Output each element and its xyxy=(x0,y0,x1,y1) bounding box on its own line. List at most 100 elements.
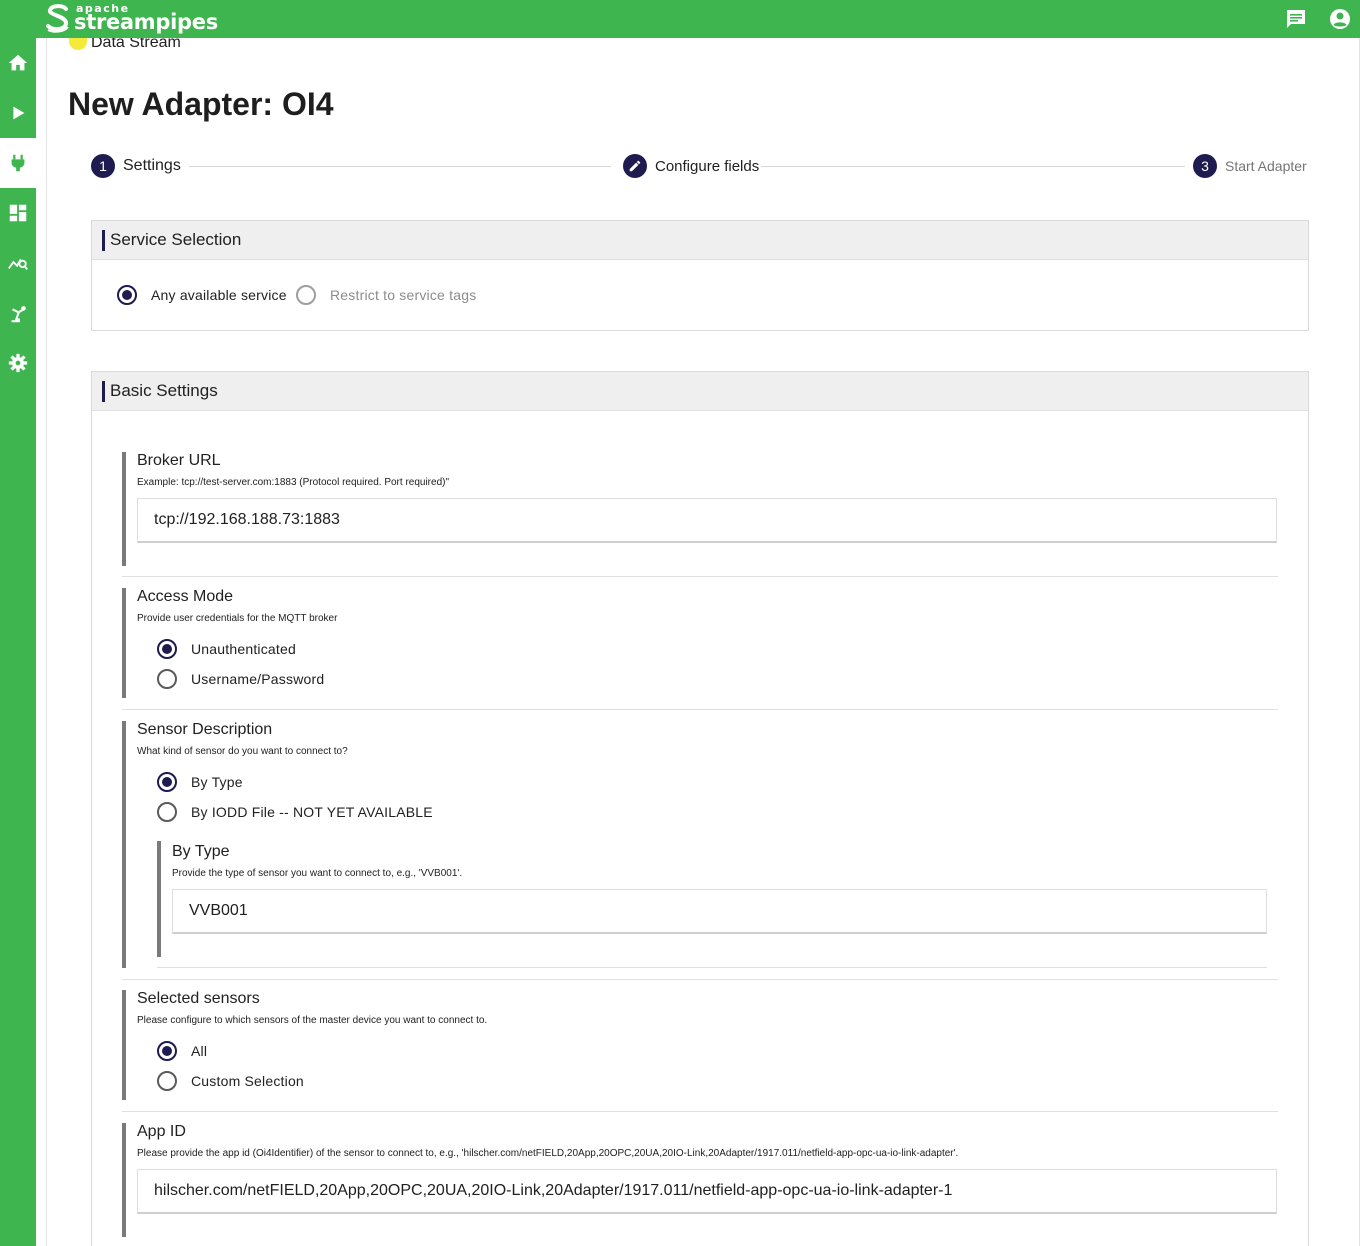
sidebar-item-assets[interactable] xyxy=(0,288,36,338)
access-mode-group: Access Mode Provide user credentials for… xyxy=(122,588,1278,712)
radio-by-type[interactable]: By Type xyxy=(157,772,243,792)
group-bar xyxy=(157,841,161,957)
pipeline-icon xyxy=(13,106,25,120)
radio-by-iodd-file[interactable]: By IODD File -- NOT YET AVAILABLE xyxy=(157,802,433,822)
sidebar-item-dashboard[interactable] xyxy=(0,188,36,238)
radio-label: Custom Selection xyxy=(191,1073,304,1089)
field-label: Broker URL xyxy=(137,452,221,469)
radio-button[interactable] xyxy=(296,285,316,305)
step-label: Settings xyxy=(123,157,181,174)
section-title: Basic Settings xyxy=(110,381,218,400)
dashboard-icon xyxy=(9,204,27,222)
sensor-type-input[interactable]: VVB001 xyxy=(172,889,1267,934)
step-label: Configure fields xyxy=(655,157,760,175)
radio-restrict-service-tags[interactable]: Restrict to service tags xyxy=(296,285,476,305)
connect-icon xyxy=(11,154,25,172)
radio-any-available-service[interactable]: Any available service xyxy=(117,285,287,305)
group-bar xyxy=(122,990,126,1100)
adapter-stepper: 1 Settings Configure fields 3 Start Adap… xyxy=(91,152,1309,180)
data-stream-label: Data Stream xyxy=(91,38,181,51)
group-bar xyxy=(122,452,126,566)
radio-custom-selection[interactable]: Custom Selection xyxy=(157,1071,304,1091)
broker-url-input[interactable]: tcp://192.168.188.73:1883 xyxy=(137,498,1277,543)
edit-icon xyxy=(623,154,647,178)
top-navigation-bar: apache streampipes xyxy=(0,0,1360,38)
sidebar-item-pipelines[interactable] xyxy=(0,88,36,138)
radio-button[interactable] xyxy=(157,802,177,822)
step-label: Start Adapter xyxy=(1225,158,1307,174)
selected-sensors-group: Selected sensors Please configure to whi… xyxy=(122,990,1278,1114)
field-hint: Please configure to which sensors of the… xyxy=(137,1015,488,1026)
logo-s-icon xyxy=(46,4,69,33)
data-stream-indicator xyxy=(69,38,87,50)
group-bar xyxy=(122,721,126,968)
step-number: 3 xyxy=(1193,154,1217,178)
field-label: Selected sensors xyxy=(137,990,260,1007)
radio-all-sensors[interactable]: All xyxy=(157,1041,207,1061)
radio-label: Restrict to service tags xyxy=(330,287,477,303)
data-explorer-icon xyxy=(8,258,28,270)
radio-button[interactable] xyxy=(117,285,137,305)
assets-icon xyxy=(11,306,26,323)
sidebar-item-settings[interactable] xyxy=(0,338,36,388)
step-settings[interactable]: 1 Settings xyxy=(91,154,181,178)
chat-icon[interactable] xyxy=(1284,7,1308,31)
divider xyxy=(157,967,1267,968)
radio-unauthenticated[interactable]: Unauthenticated xyxy=(157,639,296,659)
step-connector xyxy=(761,166,1185,167)
broker-url-group: Broker URL Example: tcp://test-server.co… xyxy=(122,452,1278,578)
radio-button[interactable] xyxy=(157,639,177,659)
field-label: Sensor Description xyxy=(137,721,273,738)
page-title: New Adapter: OI4 xyxy=(68,86,334,122)
field-hint: Please provide the app id (Oi4Identifier… xyxy=(137,1148,959,1159)
radio-button[interactable] xyxy=(157,772,177,792)
radio-button[interactable] xyxy=(157,669,177,689)
field-label: App ID xyxy=(137,1123,186,1140)
group-bar xyxy=(122,588,126,698)
radio-label: Username/Password xyxy=(191,671,325,687)
main-content: Data Stream New Adapter: OI4 1 Settings … xyxy=(46,38,1360,1246)
step-start-adapter[interactable]: 3 Start Adapter xyxy=(1193,154,1307,178)
header-accent-bar xyxy=(102,381,105,402)
radio-label: By IODD File -- NOT YET AVAILABLE xyxy=(191,804,433,820)
logo-name-text: streampipes xyxy=(74,10,218,34)
field-label: By Type xyxy=(172,843,230,860)
field-label: Access Mode xyxy=(137,588,234,605)
section-title: Service Selection xyxy=(110,230,242,249)
section-header: Basic Settings xyxy=(92,372,1308,411)
divider xyxy=(122,979,1278,980)
section-header: Service Selection xyxy=(92,221,1308,260)
radio-label: All xyxy=(191,1043,208,1059)
divider xyxy=(122,576,1278,577)
divider xyxy=(122,709,1278,710)
sidebar xyxy=(0,38,36,1246)
radio-label: Any available service xyxy=(151,287,287,303)
radio-username-password[interactable]: Username/Password xyxy=(157,669,324,689)
field-hint: What kind of sensor do you want to conne… xyxy=(137,746,348,757)
account-icon[interactable] xyxy=(1328,7,1352,31)
basic-settings-section: Basic Settings Broker URL Example: tcp:/… xyxy=(91,371,1309,1246)
header-accent-bar xyxy=(102,230,105,251)
sidebar-item-data-explorer[interactable] xyxy=(0,238,36,288)
step-connector xyxy=(189,166,611,167)
settings-icon xyxy=(8,353,28,373)
divider xyxy=(122,1111,1278,1112)
app-id-input[interactable]: hilscher.com/netFIELD,20App,20OPC,20UA,2… xyxy=(137,1169,1277,1214)
sidebar-item-home[interactable] xyxy=(0,38,36,88)
service-selection-section: Service Selection Any available service … xyxy=(91,220,1309,331)
sensor-description-group: Sensor Description What kind of sensor d… xyxy=(122,721,1278,981)
home-icon xyxy=(8,54,28,71)
radio-label: By Type xyxy=(191,774,243,790)
streampipes-logo[interactable]: apache streampipes xyxy=(44,2,218,36)
field-hint: Provide the type of sensor you want to c… xyxy=(172,868,463,879)
radio-button[interactable] xyxy=(157,1041,177,1061)
sidebar-item-connect[interactable] xyxy=(0,138,36,188)
field-hint: Example: tcp://test-server.com:1883 (Pro… xyxy=(137,477,450,488)
radio-label: Unauthenticated xyxy=(191,641,296,657)
radio-button[interactable] xyxy=(157,1071,177,1091)
step-configure-fields[interactable]: Configure fields xyxy=(623,154,759,178)
app-id-group: App ID Please provide the app id (Oi4Ide… xyxy=(122,1123,1278,1246)
field-hint: Provide user credentials for the MQTT br… xyxy=(137,613,338,624)
by-type-subgroup: By Type Provide the type of sensor you w… xyxy=(157,841,1267,969)
group-bar xyxy=(122,1123,126,1237)
